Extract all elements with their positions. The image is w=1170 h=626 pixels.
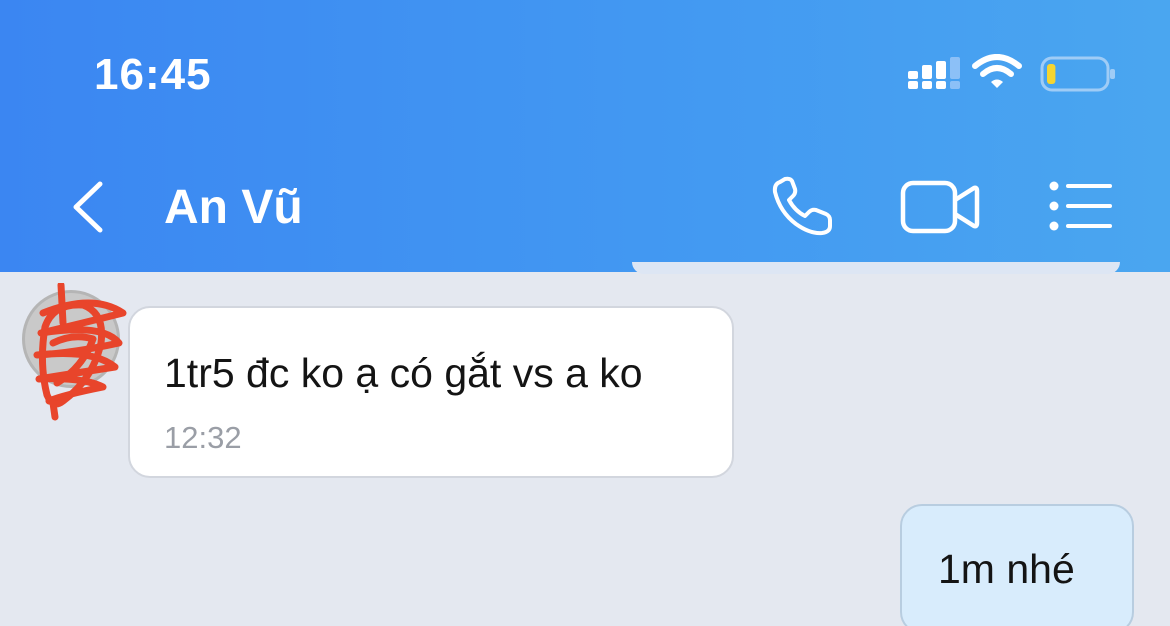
wifi-icon (972, 54, 1022, 88)
message-list[interactable]: 1tr5 đc ko ạ có gắt vs a ko 12:32 1m nhé (0, 272, 1170, 626)
status-time: 16:45 (94, 50, 212, 99)
message-time: 12:32 (164, 420, 242, 455)
redaction-scribble (33, 283, 127, 421)
battery-icon (1040, 56, 1115, 92)
outgoing-message-bubble[interactable]: 1m nhé (900, 504, 1134, 626)
chat-header: 16:45 An Vũ (0, 0, 1170, 272)
phone-icon[interactable] (770, 176, 836, 238)
incoming-message-bubble[interactable]: 1tr5 đc ko ạ có gắt vs a ko 12:32 (128, 306, 734, 478)
message-text: 1m nhé (938, 546, 1075, 592)
status-icons (900, 50, 1120, 100)
contact-name[interactable]: An Vũ (164, 180, 303, 235)
list-menu-icon[interactable] (1046, 180, 1114, 232)
avatar[interactable] (22, 283, 127, 421)
back-button[interactable] (66, 178, 110, 236)
video-camera-icon[interactable] (900, 178, 980, 236)
signal-icon (908, 57, 960, 89)
message-text: 1tr5 đc ko ạ có gắt vs a ko (164, 350, 643, 396)
